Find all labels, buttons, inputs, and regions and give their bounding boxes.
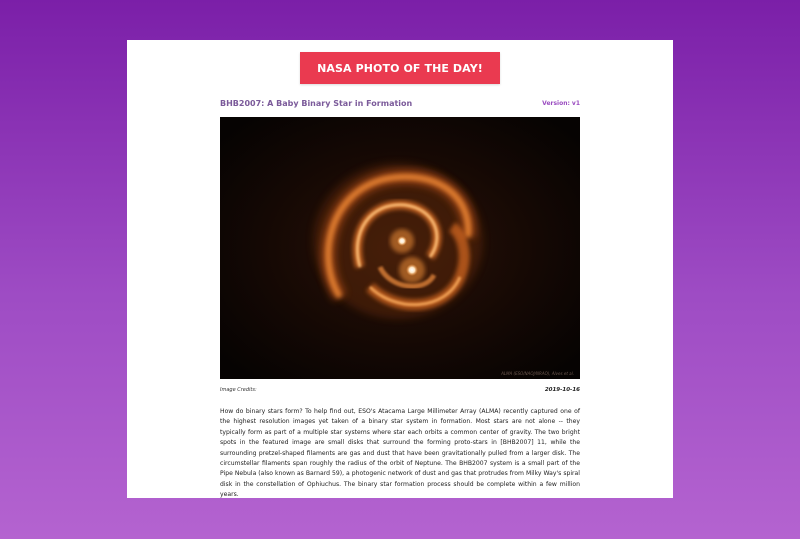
image-watermark: ALMA (ESO/NAOJ/NRAO), Alves et al. (501, 371, 574, 376)
photo-description: How do binary stars form? To help find o… (220, 408, 580, 498)
photo-date: 2019-10-16 (544, 387, 580, 393)
version-value: v1 (571, 100, 580, 107)
apod-card: NASA PHOTO OF THE DAY! BHB2007: A Baby B… (127, 40, 673, 498)
version-label: Version: (542, 100, 570, 107)
version-info: Version: v1 (542, 100, 580, 107)
photo-title: BHB2007: A Baby Binary Star in Formation (220, 99, 413, 108)
binary-star-image (220, 117, 580, 379)
nasa-photo-button[interactable]: NASA PHOTO OF THE DAY! (300, 52, 500, 84)
apod-image: ALMA (ESO/NAOJ/NRAO), Alves et al. (220, 117, 580, 379)
image-credits: Image Credits: (220, 387, 257, 393)
